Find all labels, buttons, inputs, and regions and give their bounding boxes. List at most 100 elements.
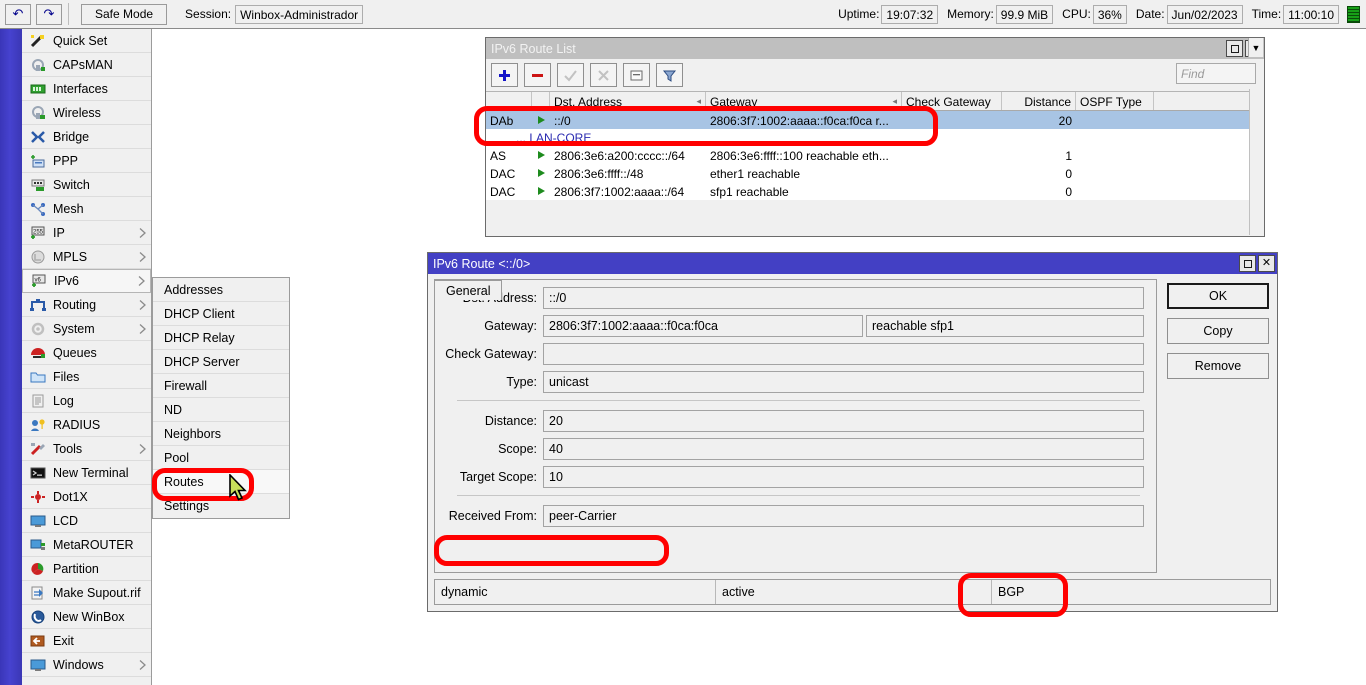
submenu-item-pool[interactable]: Pool bbox=[153, 446, 289, 470]
cell-flags: DAb bbox=[486, 111, 532, 129]
distance-input[interactable]: 20 bbox=[543, 410, 1144, 432]
copy-button[interactable]: Copy bbox=[1167, 318, 1269, 344]
col-extra bbox=[1154, 92, 1264, 110]
enable-button[interactable] bbox=[557, 63, 584, 87]
cell-dst-address: 2806:3e6:a200:cccc::/64 bbox=[550, 146, 706, 164]
menu-item-metarouter[interactable]: MetaROUTER bbox=[22, 533, 151, 557]
menu-item-partition[interactable]: Partition bbox=[22, 557, 151, 581]
redo-icon[interactable]: ↷ bbox=[36, 4, 62, 25]
type-input[interactable]: unicast bbox=[543, 371, 1144, 393]
table-row[interactable]: DAC2806:3e6:ffff::/48ether1 reachable0 bbox=[486, 164, 1264, 182]
menu-item-capsman[interactable]: CAPsMAN bbox=[22, 53, 151, 77]
maximize-icon[interactable] bbox=[1226, 40, 1243, 57]
windows-icon bbox=[28, 656, 47, 673]
comment-button[interactable] bbox=[623, 63, 650, 87]
table-row[interactable]: DAC2806:3f7:1002:aaaa::/64sfp1 reachable… bbox=[486, 182, 1264, 200]
menu-item-routing[interactable]: Routing bbox=[22, 293, 151, 317]
menu-item-files[interactable]: Files bbox=[22, 365, 151, 389]
scope-input[interactable]: 40 bbox=[543, 438, 1144, 460]
submenu-item-routes[interactable]: Routes bbox=[153, 470, 289, 494]
maximize-icon[interactable] bbox=[1239, 255, 1256, 272]
menu-item-dot1x[interactable]: Dot1X bbox=[22, 485, 151, 509]
dot1x-icon bbox=[28, 488, 47, 505]
uptime-label: Uptime: bbox=[838, 7, 879, 21]
svg-text:255: 255 bbox=[33, 229, 44, 235]
field-target-scope: Target Scope: 10 bbox=[435, 465, 1156, 489]
cell-gateway: sfp1 reachable bbox=[706, 182, 902, 200]
col-dst-address[interactable]: Dst. Address◂ bbox=[550, 92, 706, 110]
route-list-toolbar: Find bbox=[486, 59, 1264, 91]
menu-item-log[interactable]: Log bbox=[22, 389, 151, 413]
col-check-gateway[interactable]: Check Gateway bbox=[902, 92, 1002, 110]
disable-button[interactable] bbox=[590, 63, 617, 87]
route-list-vertical-scrollbar[interactable] bbox=[1249, 89, 1264, 235]
submenu-item-settings[interactable]: Settings bbox=[153, 494, 289, 518]
menu-item-interfaces[interactable]: Interfaces bbox=[22, 77, 151, 101]
menu-item-quick-set[interactable]: Quick Set bbox=[22, 29, 151, 53]
menu-item-ipv6[interactable]: v6IPv6 bbox=[22, 269, 151, 293]
menu-item-mpls[interactable]: MPLS bbox=[22, 245, 151, 269]
remove-button[interactable]: Remove bbox=[1167, 353, 1269, 379]
bridge-icon bbox=[28, 128, 47, 145]
tools-icon bbox=[28, 440, 47, 457]
session-value: Winbox-Administrador bbox=[235, 5, 363, 24]
menu-item-ppp[interactable]: PPP bbox=[22, 149, 151, 173]
col-gateway[interactable]: Gateway◂ bbox=[706, 92, 902, 110]
dst-address-input[interactable]: ::/0 bbox=[543, 287, 1144, 309]
menu-item-new-terminal[interactable]: New Terminal bbox=[22, 461, 151, 485]
date-label: Date: bbox=[1136, 7, 1165, 21]
ip-icon: 255 bbox=[28, 224, 47, 241]
menu-item-label: Tools bbox=[53, 442, 82, 456]
menu-item-system[interactable]: System bbox=[22, 317, 151, 341]
tab-general[interactable]: General bbox=[434, 280, 502, 300]
received-from-input[interactable]: peer-Carrier bbox=[543, 505, 1144, 527]
submenu-item-neighbors[interactable]: Neighbors bbox=[153, 422, 289, 446]
close-icon[interactable]: ✕ bbox=[1258, 255, 1275, 272]
menu-item-bridge[interactable]: Bridge bbox=[22, 125, 151, 149]
remove-button[interactable] bbox=[524, 63, 551, 87]
ok-button[interactable]: OK bbox=[1167, 283, 1269, 309]
safe-mode-button[interactable]: Safe Mode bbox=[81, 4, 167, 25]
submenu-item-dhcp-server[interactable]: DHCP Server bbox=[153, 350, 289, 374]
submenu-item-nd[interactable]: ND bbox=[153, 398, 289, 422]
menu-item-queues[interactable]: Queues bbox=[22, 341, 151, 365]
table-row[interactable]: DAb::/02806:3f7:1002:aaaa::f0ca:f0ca r..… bbox=[486, 111, 1264, 129]
add-button[interactable] bbox=[491, 63, 518, 87]
menu-item-wireless[interactable]: Wireless bbox=[22, 101, 151, 125]
menu-item-ip[interactable]: 255IP bbox=[22, 221, 151, 245]
table-row[interactable]: AS2806:3e6:a200:cccc::/642806:3e6:ffff::… bbox=[486, 146, 1264, 164]
menu-item-lcd[interactable]: LCD bbox=[22, 509, 151, 533]
menu-item-switch[interactable]: Switch bbox=[22, 173, 151, 197]
col-flags[interactable] bbox=[486, 92, 532, 110]
col-distance[interactable]: Distance bbox=[1002, 92, 1076, 110]
undo-icon[interactable]: ↶ bbox=[5, 4, 31, 25]
log-icon bbox=[28, 392, 47, 409]
menu-item-windows[interactable]: Windows bbox=[22, 653, 151, 677]
gateway-input[interactable]: 2806:3f7:1002:aaaa::f0ca:f0ca bbox=[543, 315, 863, 337]
find-input[interactable]: Find bbox=[1176, 63, 1256, 84]
submenu-item-addresses[interactable]: Addresses bbox=[153, 278, 289, 302]
menu-item-mesh[interactable]: Mesh bbox=[22, 197, 151, 221]
field-received-from: Received From: peer-Carrier bbox=[435, 504, 1156, 528]
menu-item-new-winbox[interactable]: New WinBox bbox=[22, 605, 151, 629]
menu-item-make-supout-rif[interactable]: Make Supout.rif bbox=[22, 581, 151, 605]
menu-item-tools[interactable]: Tools bbox=[22, 437, 151, 461]
route-list-titlebar[interactable]: IPv6 Route List ✕ bbox=[486, 38, 1264, 59]
submenu-item-dhcp-relay[interactable]: DHCP Relay bbox=[153, 326, 289, 350]
filter-button[interactable] bbox=[656, 63, 683, 87]
check-gateway-input[interactable] bbox=[543, 343, 1144, 365]
target-scope-input[interactable]: 10 bbox=[543, 466, 1144, 488]
radius-icon bbox=[28, 416, 47, 433]
route-dialog-titlebar[interactable]: IPv6 Route <::/0> ✕ bbox=[428, 253, 1277, 274]
menu-item-radius[interactable]: RADIUS bbox=[22, 413, 151, 437]
cell-extra bbox=[1154, 164, 1264, 182]
submenu-item-dhcp-client[interactable]: DHCP Client bbox=[153, 302, 289, 326]
column-chooser-icon[interactable]: ▼ bbox=[1248, 38, 1264, 57]
system-icon bbox=[28, 320, 47, 337]
menu-item-label: Quick Set bbox=[53, 34, 107, 48]
col-ospf-type[interactable]: OSPF Type bbox=[1076, 92, 1154, 110]
routing-icon bbox=[28, 296, 47, 313]
submenu-item-firewall[interactable]: Firewall bbox=[153, 374, 289, 398]
gateway-status-input[interactable]: reachable sfp1 bbox=[866, 315, 1144, 337]
menu-item-exit[interactable]: Exit bbox=[22, 629, 151, 653]
